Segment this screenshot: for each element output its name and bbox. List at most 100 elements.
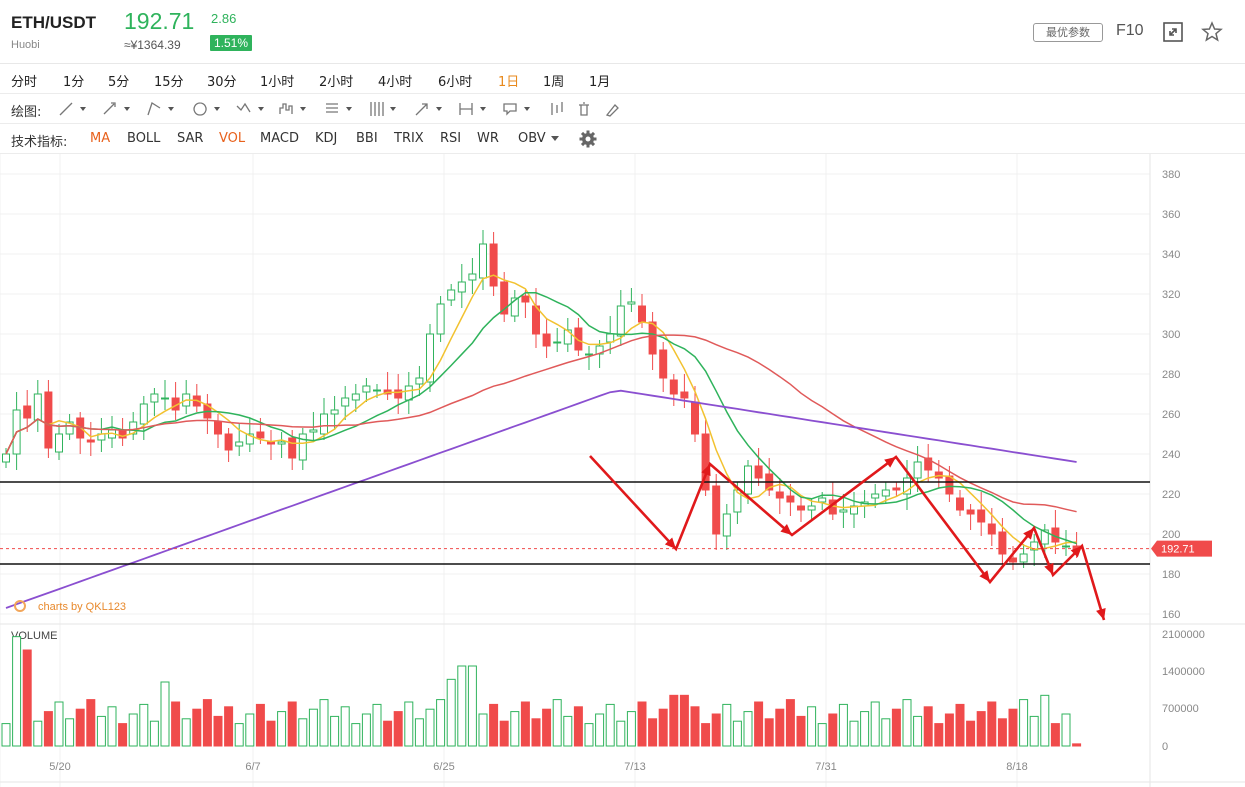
volume-bar — [775, 708, 785, 747]
candle — [267, 430, 275, 460]
shape-tool-icon[interactable] — [193, 102, 220, 116]
pen-icon[interactable] — [605, 104, 619, 117]
candle — [203, 394, 212, 434]
volume-bar — [648, 718, 658, 747]
volume-bar — [330, 715, 340, 747]
volume-bar — [43, 711, 53, 747]
volume-bar — [266, 720, 276, 747]
period-tab[interactable]: 4小时 — [378, 71, 412, 90]
volume-bar — [966, 720, 976, 747]
volume-bar — [202, 699, 212, 747]
period-tab[interactable]: 1小时 — [260, 71, 294, 90]
obv-dropdown-icon[interactable] — [550, 135, 560, 143]
indicator-tab[interactable]: SAR — [177, 131, 203, 146]
fullscreen-icon[interactable] — [1161, 20, 1185, 44]
candle — [150, 388, 159, 416]
candle — [108, 416, 116, 448]
drawing-tools — [59, 102, 619, 117]
candle — [722, 504, 731, 550]
volume-bar — [510, 711, 520, 747]
candle — [510, 290, 519, 322]
volume-bar — [160, 681, 170, 747]
indicator-tab[interactable]: KDJ — [315, 131, 337, 146]
trash-icon[interactable] — [579, 102, 589, 116]
period-tab[interactable]: 1分 — [63, 71, 84, 90]
volume-bar — [499, 720, 509, 747]
volume-bar — [457, 665, 467, 747]
indicator-tab[interactable]: MA — [90, 131, 110, 146]
volume-bar — [796, 715, 806, 747]
text-tool-icon[interactable] — [503, 103, 530, 116]
volume-bar — [393, 711, 403, 747]
volume-bar — [22, 649, 32, 747]
gann-tool-icon[interactable] — [370, 102, 396, 116]
ray-tool-icon[interactable] — [103, 102, 130, 115]
volume-bar — [934, 723, 944, 747]
candle — [627, 288, 636, 312]
candlestick-chart[interactable]: 380 360 340 320 300 280 260 240 220 200 180 160 192.… — [0, 154, 1245, 787]
candle — [659, 342, 668, 392]
candle — [977, 492, 986, 536]
indicator-tab[interactable]: BOLL — [127, 131, 160, 146]
period-tab[interactable]: 15分 — [154, 71, 184, 90]
price-axis-label: 360 — [1162, 209, 1180, 221]
date-axis-label: 6/7 — [245, 761, 260, 773]
volume-bar — [287, 701, 297, 747]
period-tab[interactable]: 1月 — [589, 71, 610, 90]
pattern-tool-icon[interactable] — [279, 103, 306, 114]
candle — [436, 296, 445, 342]
indicator-tab[interactable]: RSI — [440, 131, 461, 146]
volume-bar — [54, 701, 64, 747]
indicator-tab[interactable]: BBI — [356, 131, 378, 146]
volume-bar — [192, 708, 202, 747]
period-tab[interactable]: 30分 — [207, 71, 237, 90]
price-axis-label: 200 — [1162, 529, 1180, 541]
volume-bar — [1050, 723, 1060, 747]
arrow-tool-icon[interactable] — [415, 103, 442, 116]
period-tab[interactable]: 6小时 — [438, 71, 472, 90]
period-tab[interactable]: 1周 — [543, 71, 564, 90]
volume-bar — [817, 723, 827, 747]
volume-bar — [690, 706, 700, 747]
volume-bar — [669, 694, 679, 747]
candle — [161, 380, 169, 410]
candle — [1030, 534, 1039, 566]
indicator-tab[interactable]: MACD — [260, 131, 299, 146]
candle — [680, 374, 689, 408]
candle — [55, 424, 63, 460]
indicator-tab[interactable]: VOL — [219, 131, 245, 146]
candle — [966, 504, 975, 530]
candle — [394, 374, 403, 414]
star-icon[interactable] — [1200, 20, 1224, 44]
volume-bar — [881, 718, 891, 747]
line-tool-icon[interactable] — [59, 102, 86, 116]
volume-bar — [658, 708, 668, 747]
period-tab[interactable]: 5分 — [108, 71, 129, 90]
period-tab[interactable]: 分时 — [11, 71, 37, 90]
measure-tool-icon[interactable] — [459, 103, 486, 115]
volume-bar — [467, 665, 477, 747]
candle-tool-icon[interactable] — [551, 102, 563, 115]
gear-icon[interactable] — [579, 130, 597, 148]
fib-tool-icon[interactable] — [326, 103, 352, 113]
volume-bar — [785, 699, 795, 747]
channel-tool-icon[interactable] — [147, 102, 174, 116]
volume-bar — [531, 718, 541, 747]
best-params-button[interactable]: 最优参数 — [1033, 23, 1103, 42]
f10-button[interactable]: F10 — [1116, 22, 1144, 40]
indicator-tab[interactable]: OBV — [518, 131, 546, 146]
candle — [383, 372, 392, 400]
volume-bar — [65, 718, 75, 747]
period-tab[interactable]: 1日 — [498, 71, 519, 90]
candle — [468, 258, 477, 294]
volume-bar — [976, 711, 986, 747]
indicator-tab[interactable]: WR — [477, 131, 499, 146]
period-tab[interactable]: 2小时 — [319, 71, 353, 90]
wave-tool-icon[interactable] — [236, 102, 264, 113]
indicator-tab[interactable]: TRIX — [394, 131, 424, 146]
volume-axis-label: 700000 — [1162, 703, 1199, 715]
candle — [574, 318, 583, 356]
volume-bar — [595, 713, 605, 747]
trend-annotation — [589, 455, 1106, 621]
volume-bar — [181, 718, 191, 747]
